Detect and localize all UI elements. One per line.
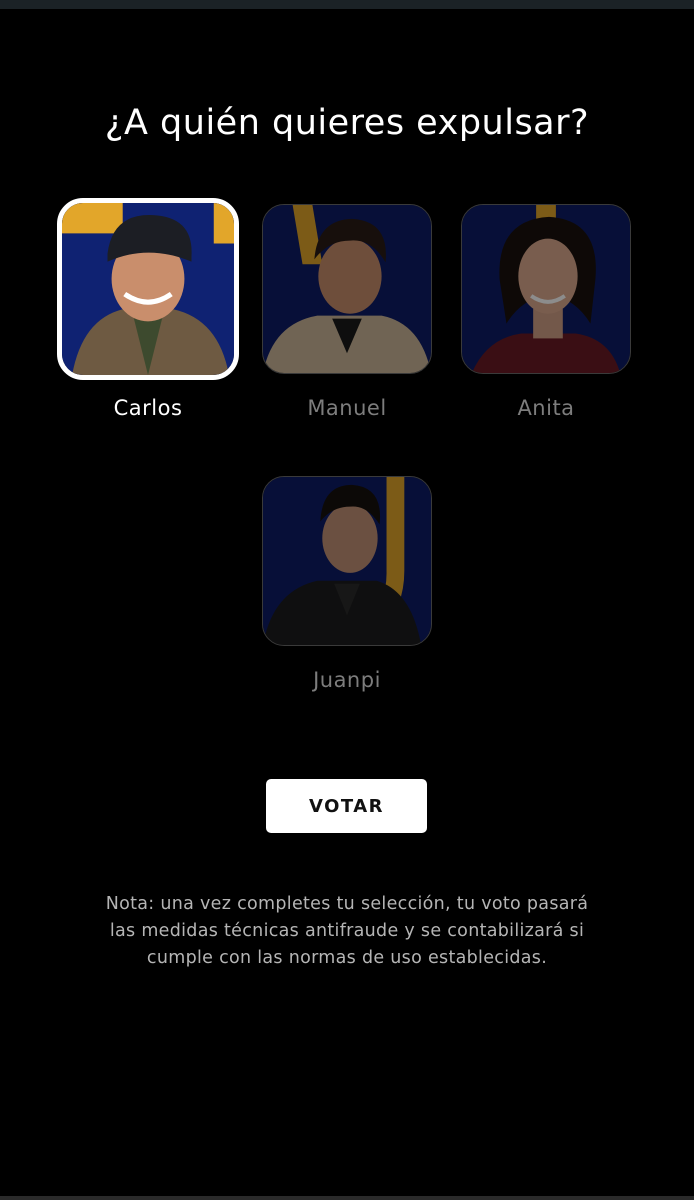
candidate-name: Anita [517, 396, 575, 420]
candidate-photo-carlos[interactable] [57, 198, 239, 380]
candidate-name: Juanpi [313, 668, 381, 692]
page-title: ¿A quién quieres expulsar? [104, 103, 590, 144]
status-bar [0, 0, 694, 9]
candidate-portrait-juanpi [263, 477, 431, 645]
vote-button[interactable]: VOTAR [266, 779, 427, 833]
candidate-portrait-carlos [62, 203, 234, 375]
bottom-edge [0, 1196, 694, 1200]
fraud-notice: Nota: una vez completes tu selección, tu… [105, 893, 589, 968]
candidate-portrait-manuel [263, 205, 431, 373]
candidate-photo-juanpi[interactable] [262, 476, 432, 646]
candidate-photo-manuel[interactable] [262, 204, 432, 374]
candidate-name: Manuel [307, 396, 387, 420]
candidate-portrait-anita [462, 205, 630, 373]
candidate-photo-anita[interactable] [461, 204, 631, 374]
candidate-name: Carlos [113, 396, 183, 420]
